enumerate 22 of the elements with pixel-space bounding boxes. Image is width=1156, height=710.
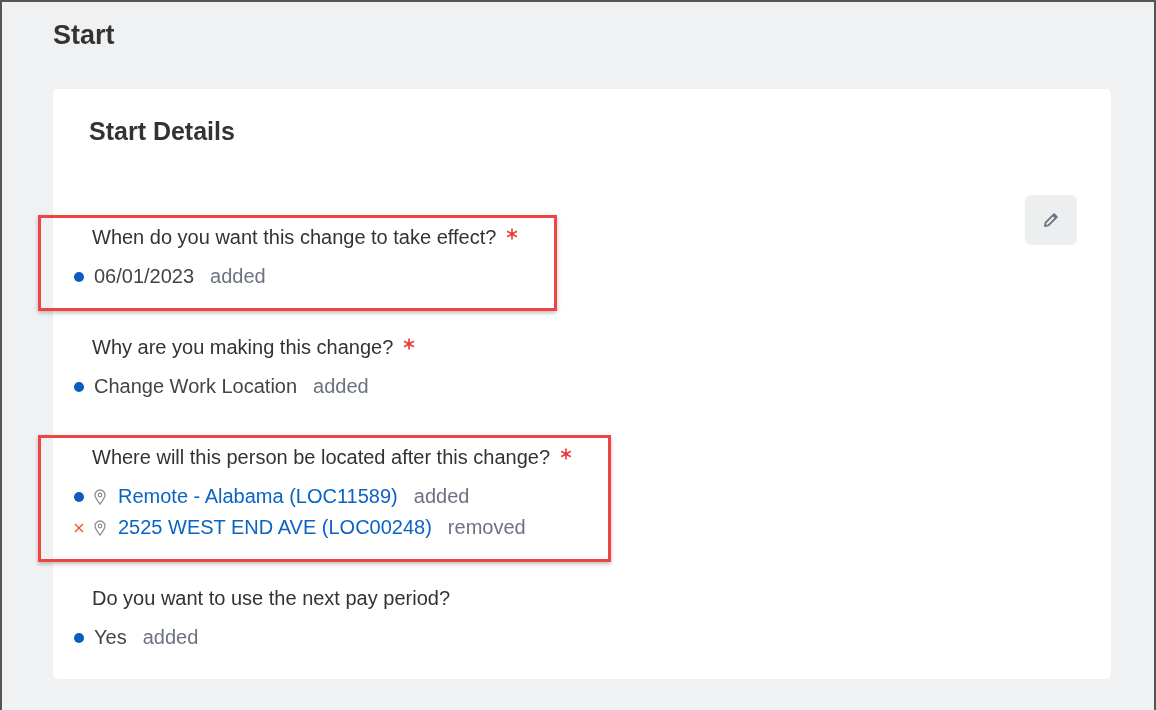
location-link[interactable]: 2525 WEST END AVE (LOC00248) [118, 516, 432, 539]
change-status: added [413, 485, 470, 508]
change-status: added [142, 626, 199, 649]
location-link[interactable]: Remote - Alabama (LOC11589) [118, 485, 398, 508]
question-label: When do you want this change to take effect? [92, 226, 497, 249]
change-status: removed [447, 516, 526, 539]
required-icon [403, 338, 416, 350]
answer-value: Yes [94, 626, 127, 649]
answer-value: 06/01/2023 [94, 265, 195, 288]
question-label: Why are you making this change? [92, 336, 394, 359]
location-pin-icon [94, 488, 106, 505]
change-status: added [313, 375, 369, 398]
required-icon [560, 448, 573, 460]
question-label: Where will this person be located after this change? [92, 446, 551, 469]
change-status: added [210, 265, 266, 288]
page-title: Start [53, 20, 116, 51]
location-pin-icon [94, 519, 106, 536]
question-label: Do you want to use the next pay period? [92, 587, 450, 610]
required-icon [506, 228, 519, 240]
edit-button[interactable] [1025, 195, 1077, 245]
answer-value: Change Work Location [94, 375, 298, 398]
card-title: Start Details [89, 117, 235, 146]
